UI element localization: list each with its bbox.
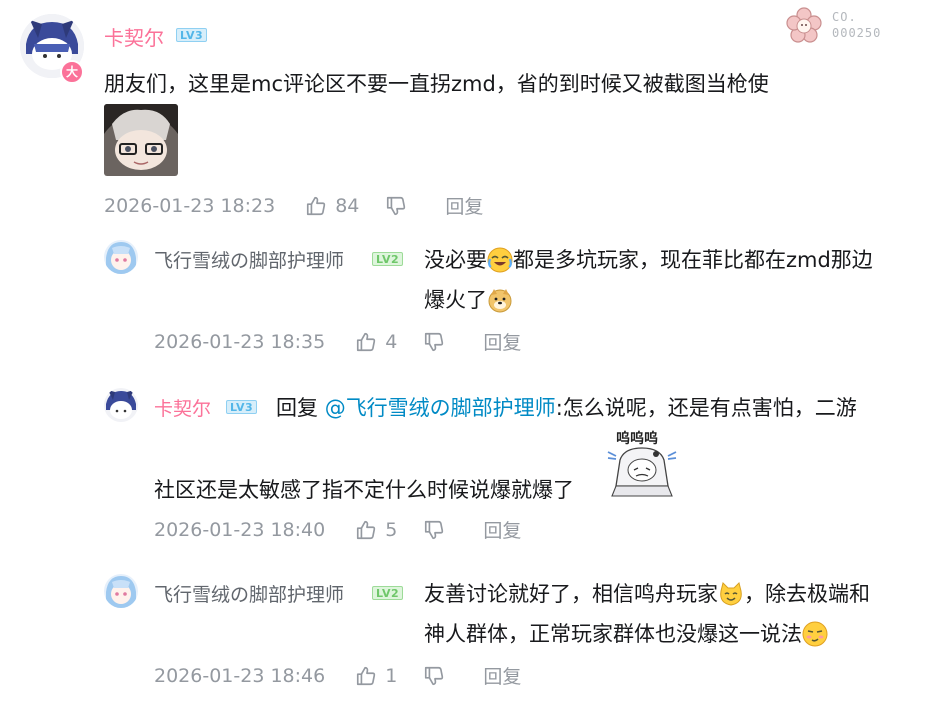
- reply-button[interactable]: 回复: [483, 328, 521, 355]
- dislike-button[interactable]: [423, 519, 453, 541]
- fan-badge-prefix: CO.: [832, 10, 857, 24]
- reply-text: 友善讨论就好了，相信鸣舟玩家 ，除去极端和 神人群体，正常玩家群体也没爆这一说法: [424, 582, 870, 647]
- mention-link[interactable]: @飞行雪绒の脚部护理师: [325, 396, 556, 420]
- comment-time: 2026-01-23 18:23: [104, 194, 276, 217]
- reply-meta: 2026-01-23 18:35 4 回复: [154, 328, 521, 355]
- reply-text: 没必要 都是多坑玩家，现在菲比都在zmd那边 爆火了: [424, 247, 873, 313]
- level-badge: LV3: [176, 28, 208, 42]
- dislike-icon: [387, 196, 406, 215]
- doge-emoji: [488, 289, 512, 313]
- comment-image[interactable]: [104, 104, 178, 176]
- fan-badge-number: 000250: [832, 26, 882, 40]
- flower-badge-icon: [786, 7, 822, 43]
- username[interactable]: 卡契尔: [104, 22, 164, 51]
- comment-text: 朋友们，这里是mc评论区不要一直拐zmd，省的到时候又被截图当枪使: [104, 64, 904, 104]
- like-button[interactable]: 84: [305, 195, 359, 217]
- cat-emoji: [720, 582, 742, 606]
- dislike-button[interactable]: [423, 665, 453, 687]
- reply-meta: 2026-01-23 18:46 1 回复: [154, 662, 521, 689]
- reply-button[interactable]: 回复: [483, 516, 521, 543]
- reply-prefix: 回复: [276, 396, 318, 420]
- reply-time: 2026-01-23 18:46: [154, 664, 326, 687]
- reply-time: 2026-01-23 18:35: [154, 330, 326, 353]
- reply-text: 回复 @飞行雪绒の脚部护理师:怎么说呢，还是有点害怕，二游: [276, 396, 857, 420]
- dislike-icon: [425, 520, 444, 539]
- avatar[interactable]: [104, 388, 138, 422]
- reply-text-continued: 社区还是太敏感了指不定什么时候说爆就爆了: [154, 478, 574, 502]
- crying-girl-sticker: [607, 447, 677, 497]
- username[interactable]: 飞行雪绒の脚部护理师: [154, 246, 344, 273]
- reply-button[interactable]: 回复: [483, 662, 521, 689]
- laugh-cry-emoji: [487, 247, 513, 273]
- like-button[interactable]: 1: [355, 665, 397, 687]
- like-count: 1: [385, 664, 398, 687]
- comment-meta: 2026-01-23 18:23 84 回复: [104, 192, 483, 219]
- dislike-icon: [425, 666, 444, 685]
- username[interactable]: 卡契尔: [154, 394, 211, 421]
- comment-content: 朋友们，这里是mc评论区不要一直拐zmd，省的到时候又被截图当枪使: [104, 72, 769, 96]
- level-badge: LV2: [372, 252, 404, 266]
- reply-meta: 2026-01-23 18:40 5 回复: [154, 516, 521, 543]
- like-count: 84: [335, 194, 360, 217]
- reply-button[interactable]: 回复: [445, 192, 483, 219]
- level-badge: LV2: [372, 586, 404, 600]
- like-count: 5: [385, 518, 398, 541]
- like-button[interactable]: 4: [355, 331, 397, 353]
- like-icon: [307, 196, 326, 215]
- like-count: 4: [385, 330, 398, 353]
- dislike-button[interactable]: [385, 195, 415, 217]
- sticker[interactable]: 呜呜呜: [606, 428, 680, 498]
- reply-time: 2026-01-23 18:40: [154, 518, 326, 541]
- username[interactable]: 飞行雪绒の脚部护理师: [154, 580, 344, 607]
- smirk-emoji: [802, 621, 828, 647]
- sticker-caption: 呜呜呜: [616, 431, 658, 447]
- dislike-icon: [425, 332, 444, 351]
- avatar[interactable]: [104, 240, 138, 274]
- avatar[interactable]: [104, 574, 138, 608]
- dislike-button[interactable]: [423, 331, 453, 353]
- like-button[interactable]: 5: [355, 519, 397, 541]
- like-icon: [357, 666, 376, 685]
- fan-badge: CO. 000250: [784, 6, 904, 46]
- level-badge: LV3: [226, 400, 258, 414]
- like-icon: [357, 332, 376, 351]
- avatar-badge: 大: [60, 60, 84, 84]
- like-icon: [357, 520, 376, 539]
